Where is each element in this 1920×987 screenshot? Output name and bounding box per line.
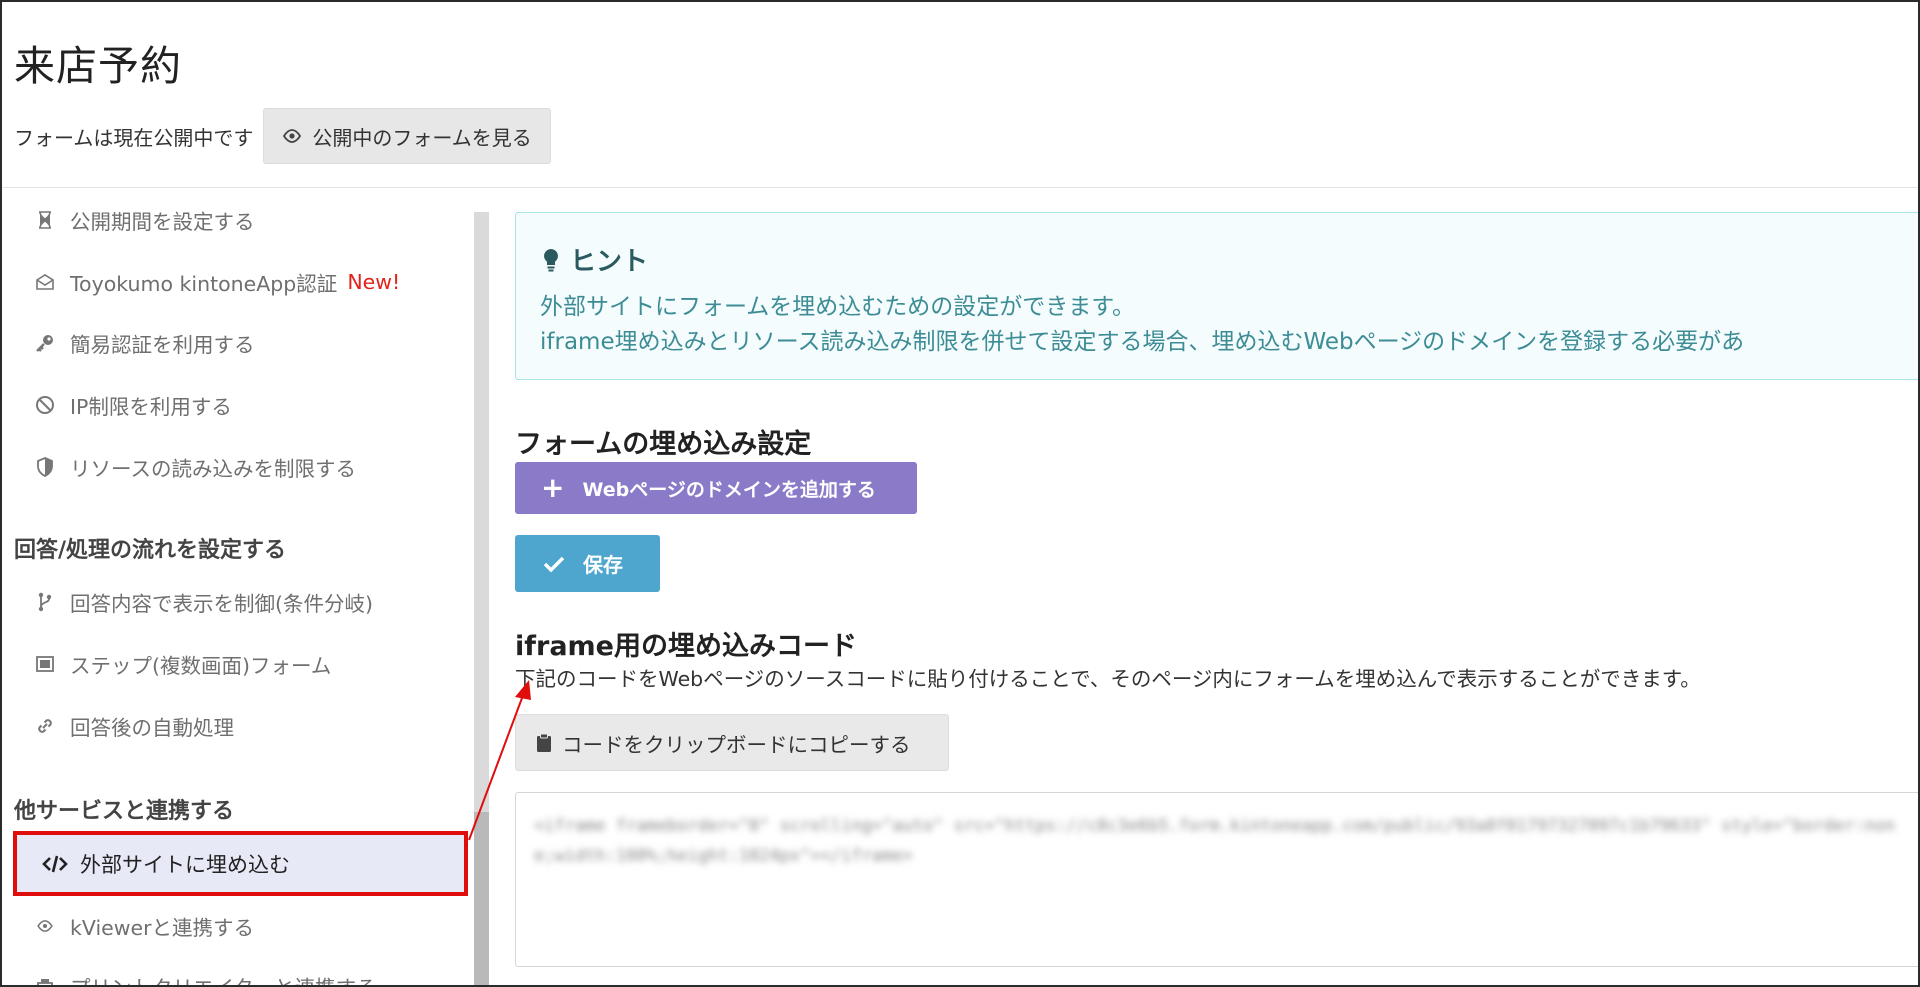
sidebar-item-step-form[interactable]: ステップ(複数画面)フォーム bbox=[32, 644, 331, 684]
iframe-code-text: <iframe frameborder="0" scrolling="auto"… bbox=[534, 816, 1896, 866]
view-public-form-label: 公開中のフォームを見る bbox=[312, 125, 532, 150]
sidebar-item-label: 回答内容で表示を制御(条件分岐) bbox=[70, 592, 373, 616]
iframe-code-textarea[interactable]: <iframe frameborder="0" scrolling="auto"… bbox=[515, 792, 1918, 967]
sidebar-item-label: 外部サイトに埋め込む bbox=[80, 852, 290, 877]
view-public-form-button[interactable]: 公開中のフォームを見る bbox=[263, 108, 551, 164]
add-domain-label: Webページのドメインを追加する bbox=[582, 478, 876, 501]
sidebar-item-resource-restriction[interactable]: リソースの読み込みを制限する bbox=[32, 447, 356, 487]
sidebar-item-label: kViewerと連携する bbox=[70, 916, 255, 940]
window-icon bbox=[32, 655, 58, 673]
printer-icon bbox=[32, 977, 58, 985]
publish-status-row: フォームは現在公開中です 公開中のフォームを見る bbox=[14, 108, 551, 164]
hint-line-1: 外部サイトにフォームを埋め込むための設定ができます。 bbox=[540, 294, 1136, 320]
sidebar-item-label: プリントクリエイターと連携する bbox=[70, 971, 377, 985]
lightbulb-icon bbox=[542, 248, 560, 272]
code-icon bbox=[42, 854, 68, 874]
embed-settings-heading: フォームの埋め込み設定 bbox=[515, 429, 812, 460]
sidebar-item-label: Toyokumo kintoneApp認証 bbox=[70, 272, 338, 296]
check-icon bbox=[543, 555, 565, 573]
copy-code-label: コードをクリップボードにコピーする bbox=[562, 732, 911, 757]
sidebar-scrollbar-thumb[interactable] bbox=[474, 812, 489, 985]
shield-icon bbox=[32, 457, 58, 477]
page-title: 来店予約 bbox=[14, 42, 182, 90]
sidebar-item-embed-external[interactable]: 外部サイトに埋め込む bbox=[13, 831, 468, 896]
iframe-code-heading: iframe用の埋め込みコード bbox=[515, 631, 857, 662]
sidebar-item-label: 公開期間を設定する bbox=[70, 210, 255, 234]
copy-code-button[interactable]: コードをクリップボードにコピーする bbox=[515, 714, 949, 771]
envelope-open-icon bbox=[32, 273, 58, 291]
sidebar-scrollbar-upper[interactable] bbox=[474, 212, 489, 812]
sidebar-item-label: 回答後の自動処理 bbox=[70, 716, 234, 740]
publish-status-text: フォームは現在公開中です bbox=[14, 125, 254, 150]
sidebar-item-conditional-branch[interactable]: 回答内容で表示を制御(条件分岐) bbox=[32, 582, 373, 622]
hint-title-text: ヒント bbox=[570, 247, 649, 277]
hint-line-2: iframe埋め込みとリソース読み込み制限を併せて設定する場合、埋め込むWebペ… bbox=[540, 329, 1745, 355]
sidebar-item-label: 簡易認証を利用する bbox=[70, 333, 255, 357]
sidebar-item-publish-period[interactable]: 公開期間を設定する bbox=[32, 200, 255, 240]
sidebar-item-basic-auth[interactable]: 簡易認証を利用する bbox=[32, 323, 255, 363]
sidebar-item-label: リソースの読み込みを制限する bbox=[70, 457, 356, 481]
sidebar-section-flow: 回答/処理の流れを設定する bbox=[14, 538, 287, 563]
clipboard-icon bbox=[536, 733, 552, 753]
sidebar-item-kintoneapp-auth[interactable]: Toyokumo kintoneApp認証 New! bbox=[32, 262, 400, 302]
link-icon bbox=[32, 716, 58, 736]
new-badge: New! bbox=[347, 270, 401, 294]
ban-icon bbox=[32, 395, 58, 415]
iframe-code-description: 下記のコードをWebページのソースコードに貼り付けることで、そのページ内にフォー… bbox=[515, 667, 1701, 691]
sidebar-item-auto-process[interactable]: 回答後の自動処理 bbox=[32, 706, 234, 746]
eye-icon bbox=[282, 129, 302, 143]
sidebar-item-label: IP制限を利用する bbox=[70, 395, 232, 419]
sidebar-item-print-creator[interactable]: プリントクリエイターと連携する bbox=[32, 966, 377, 985]
eye-icon bbox=[32, 920, 58, 932]
save-button[interactable]: 保存 bbox=[515, 535, 660, 592]
hint-box: ヒント 外部サイトにフォームを埋め込むための設定ができます。 iframe埋め込… bbox=[515, 212, 1918, 380]
sidebar-item-ip-restriction[interactable]: IP制限を利用する bbox=[32, 385, 232, 425]
hourglass-icon bbox=[32, 211, 58, 229]
app-frame: 来店予約 フォームは現在公開中です 公開中のフォームを見る 公開期間を設定する … bbox=[0, 0, 1920, 987]
sidebar-item-kviewer[interactable]: kViewerと連携する bbox=[32, 906, 254, 946]
plus-icon: + bbox=[541, 471, 565, 504]
hint-title: ヒント bbox=[542, 241, 648, 278]
sidebar-item-label: ステップ(複数画面)フォーム bbox=[70, 654, 332, 678]
add-domain-button[interactable]: + Webページのドメインを追加する bbox=[515, 462, 917, 514]
sidebar-section-integrations: 他サービスと連携する bbox=[14, 799, 235, 824]
save-label: 保存 bbox=[583, 553, 623, 577]
key-icon bbox=[32, 333, 58, 353]
branch-icon bbox=[32, 592, 58, 612]
